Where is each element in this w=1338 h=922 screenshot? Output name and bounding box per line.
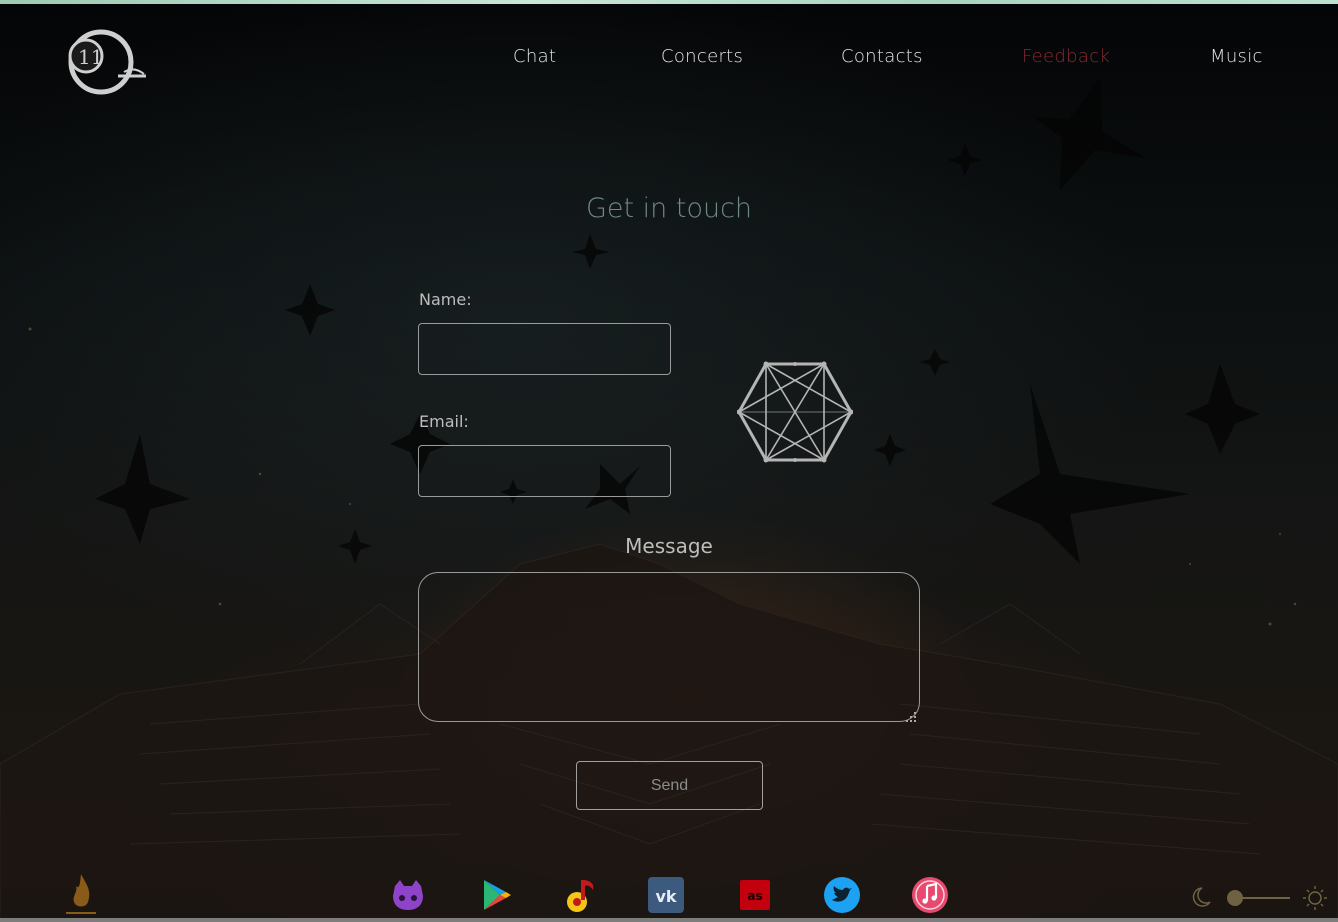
sun-icon bbox=[1303, 886, 1327, 910]
lastfm-icon[interactable]: as bbox=[736, 876, 774, 914]
svg-text:as: as bbox=[747, 889, 762, 903]
flame-icon[interactable] bbox=[64, 872, 98, 916]
apple-music-icon[interactable] bbox=[911, 876, 949, 914]
nav-item-feedback[interactable]: Feedback bbox=[1022, 46, 1110, 67]
nav-item-chat[interactable]: Chat bbox=[513, 46, 556, 67]
vk-icon[interactable]: vk bbox=[647, 876, 685, 914]
moon-icon bbox=[1192, 887, 1211, 907]
email-input[interactable] bbox=[418, 445, 671, 497]
resize-grip-icon[interactable] bbox=[905, 708, 917, 722]
svg-text:vk: vk bbox=[655, 887, 676, 906]
window-bottom-strip bbox=[0, 918, 1338, 922]
yandex-music-icon[interactable] bbox=[563, 876, 601, 914]
name-label: Name: bbox=[419, 290, 472, 309]
nav-item-contacts[interactable]: Contacts bbox=[841, 46, 923, 67]
theme-toggle[interactable] bbox=[1190, 884, 1330, 912]
github-icon[interactable] bbox=[389, 876, 427, 914]
hexagon-emblem-icon bbox=[736, 360, 854, 464]
nav-item-music[interactable]: Music bbox=[1210, 46, 1263, 67]
message-label: Message bbox=[625, 534, 713, 558]
name-input[interactable] bbox=[418, 323, 671, 375]
send-button[interactable]: Send bbox=[576, 761, 763, 810]
google-play-icon[interactable] bbox=[478, 876, 516, 914]
page-title: Get in touch bbox=[585, 193, 753, 224]
nav-item-concerts[interactable]: Concerts bbox=[661, 46, 743, 67]
email-label: Email: bbox=[419, 412, 469, 431]
twitter-icon[interactable] bbox=[823, 876, 861, 914]
message-textarea[interactable] bbox=[418, 572, 920, 722]
main-nav: Chat Concerts Contacts Feedback Music bbox=[0, 46, 1338, 76]
